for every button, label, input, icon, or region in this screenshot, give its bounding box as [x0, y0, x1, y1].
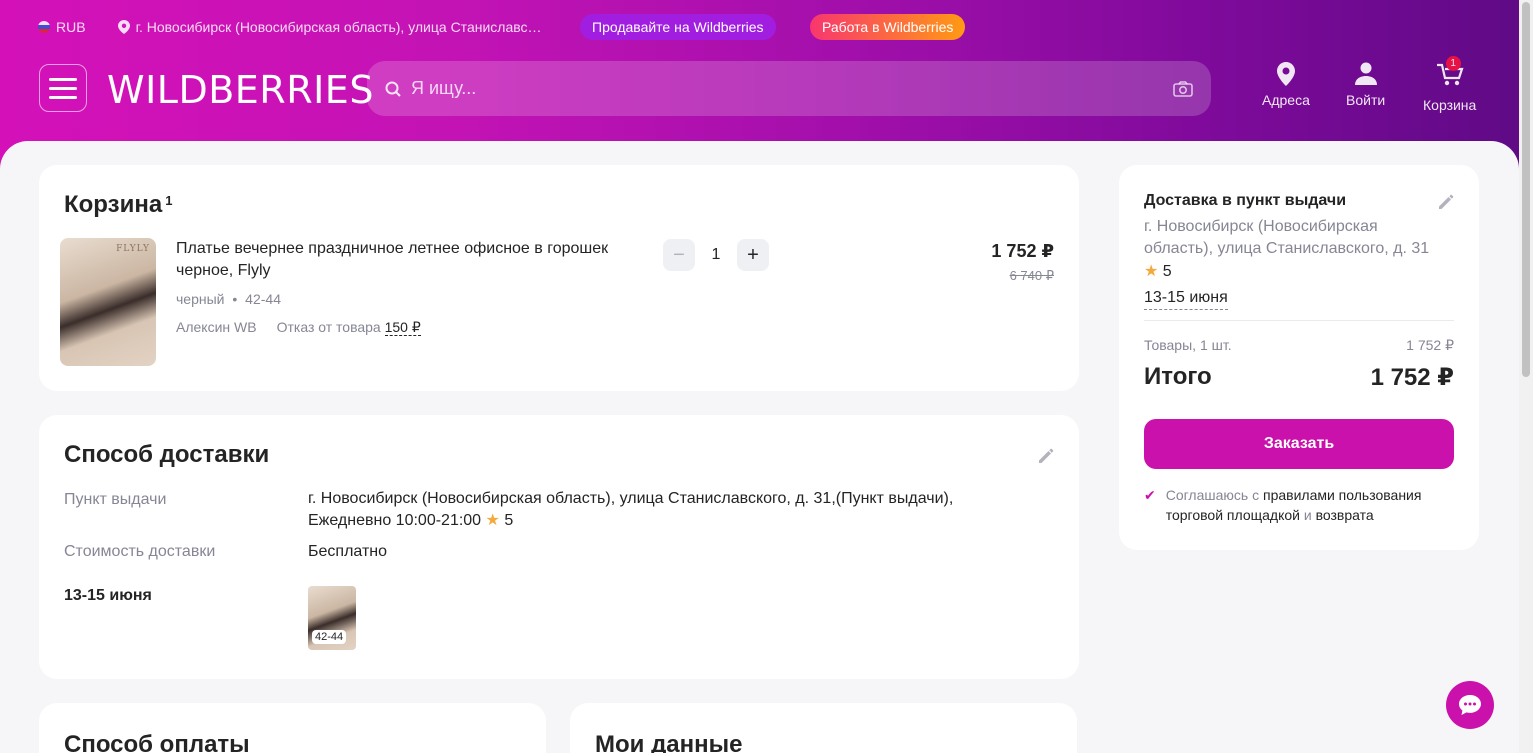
increase-quantity-button[interactable]: +: [737, 239, 769, 271]
delivery-cost-label: Стоимость доставки: [64, 543, 216, 560]
work-at-wildberries-link[interactable]: Работа в Wildberries: [810, 14, 966, 40]
pickup-rating: 5: [504, 512, 514, 529]
product-name[interactable]: Платье вечернее праздничное летнее офисн…: [176, 238, 646, 282]
summary-date[interactable]: 13-15 июня: [1144, 289, 1228, 310]
location-selector[interactable]: г. Новосибирск (Новосибирская область), …: [117, 19, 542, 35]
product-seller: Алексин WB: [176, 319, 257, 335]
divider: [1144, 320, 1454, 321]
summary-total-label: Итого: [1144, 363, 1212, 390]
pickup-label: Пункт выдачи: [64, 491, 167, 508]
pickup-hours: Ежедневно 10:00-21:00: [308, 512, 482, 529]
refusal-price[interactable]: 150 ₽: [384, 319, 421, 336]
refusal-label: Отказ от товара: [276, 319, 381, 335]
edit-icon[interactable]: [1436, 192, 1456, 212]
agreement-text: Соглашаюсь с правилами пользования торго…: [1166, 485, 1464, 525]
location-label: г. Новосибирск (Новосибирская область), …: [135, 19, 542, 35]
cart-title-text: Корзина: [64, 191, 163, 218]
search-bar[interactable]: Я ищу...: [367, 61, 1211, 116]
location-pin-icon: [117, 20, 130, 34]
pickup-hours-row: Ежедневно 10:00-21:00 ★ 5: [308, 510, 953, 532]
agreement-and: и: [1303, 507, 1312, 523]
scrollbar[interactable]: [1519, 0, 1533, 753]
chat-button[interactable]: [1446, 681, 1494, 729]
delivery-item-size: 42-44: [312, 630, 347, 644]
order-summary-card: Доставка в пункт выдачи г. Новосибирск (…: [1119, 165, 1479, 550]
addresses-label: Адреса: [1262, 92, 1310, 108]
quantity-stepper: − 1 +: [663, 239, 769, 271]
addresses-link[interactable]: Адреса: [1262, 62, 1310, 108]
cart-icon-wrap: 1: [1435, 56, 1465, 91]
address-icon: [1276, 62, 1295, 86]
pickup-value: г. Новосибирск (Новосибирская область), …: [308, 488, 953, 532]
agreement-prefix: Соглашаюсь с: [1165, 487, 1260, 503]
search-icon: [385, 81, 401, 97]
top-bar: RUB г. Новосибирск (Новосибирская област…: [38, 14, 966, 40]
quantity-value: 1: [711, 246, 721, 263]
chat-icon: [1459, 695, 1481, 715]
currency-label: RUB: [56, 19, 86, 35]
product-color: черный: [176, 291, 225, 307]
my-data-title: Мои данные: [595, 731, 743, 753]
payment-title: Способ оплаты: [64, 731, 250, 753]
delivery-title: Способ доставки: [64, 441, 270, 468]
star-icon: ★: [1144, 263, 1159, 280]
product-meta: черный • 42-44: [176, 291, 281, 307]
currency-selector[interactable]: RUB: [38, 19, 86, 35]
sell-on-wildberries-link[interactable]: Продавайте на Wildberries: [580, 14, 776, 40]
edit-icon[interactable]: [1036, 446, 1056, 466]
flag-icon: [38, 21, 50, 33]
payment-card: Способ оплаты: [39, 703, 546, 753]
product-image-brand: FLYLY: [116, 244, 150, 254]
product-size: 42-44: [245, 291, 281, 307]
summary-items-label: Товары, 1 шт.: [1144, 337, 1232, 353]
delivery-card: Способ доставки Пункт выдачи г. Новосиби…: [39, 415, 1079, 679]
delivery-item-image[interactable]: 42-44: [308, 586, 356, 650]
my-data-card: Мои данные: [570, 703, 1077, 753]
summary-rating-row: ★ 5: [1144, 261, 1172, 281]
menu-button[interactable]: [39, 64, 87, 112]
product-price: 1 752 ₽: [991, 241, 1054, 261]
return-link[interactable]: возврата: [1316, 507, 1374, 523]
cart-card: Корзина 1 FLYLY Платье вечернее праздничн…: [39, 165, 1079, 391]
user-icon: [1354, 62, 1377, 85]
pickup-address: г. Новосибирск (Новосибирская область), …: [308, 490, 954, 507]
summary-items-row: Товары, 1 шт. 1 752 ₽: [1144, 337, 1454, 354]
summary-items-price: 1 752 ₽: [1406, 337, 1454, 353]
agreement-row: ✔ Соглашаюсь с правилами пользования тор…: [1144, 485, 1464, 525]
cart-label: Корзина: [1423, 97, 1477, 113]
delivery-date: 13-15 июня: [64, 587, 152, 604]
search-input[interactable]: Я ищу...: [411, 78, 476, 99]
cart-title-count: 1: [165, 193, 173, 208]
cart-title: Корзина 1: [64, 191, 172, 219]
menu-icon: [49, 77, 77, 81]
decrease-quantity-button[interactable]: −: [663, 239, 695, 271]
camera-icon[interactable]: [1173, 80, 1193, 97]
cart-count-badge: 1: [1445, 56, 1461, 71]
summary-title: Доставка в пункт выдачи: [1144, 192, 1347, 209]
login-link[interactable]: Войти: [1346, 62, 1385, 108]
product-seller-row: Алексин WB Отказ от товара 150 ₽: [176, 319, 421, 336]
product-image[interactable]: FLYLY: [60, 238, 156, 366]
cart-link[interactable]: 1 Корзина: [1423, 56, 1477, 113]
star-icon: ★: [485, 512, 500, 529]
summary-total-row: Итого 1 752 ₽: [1144, 363, 1454, 392]
refusal-info: Отказ от товара 150 ₽: [277, 319, 421, 336]
logo[interactable]: WILDBERRIES: [107, 68, 374, 112]
product-old-price: 6 740 ₽: [1009, 268, 1054, 283]
check-icon[interactable]: ✔: [1144, 485, 1156, 525]
scrollbar-thumb[interactable]: [1522, 2, 1530, 377]
summary-total-price: 1 752 ₽: [1370, 364, 1454, 391]
order-button[interactable]: Заказать: [1144, 419, 1454, 469]
summary-rating: 5: [1162, 263, 1172, 280]
delivery-cost-value: Бесплатно: [308, 543, 388, 560]
summary-address: г. Новосибирск (Новосибирская область), …: [1144, 218, 1430, 257]
login-label: Войти: [1346, 92, 1386, 108]
